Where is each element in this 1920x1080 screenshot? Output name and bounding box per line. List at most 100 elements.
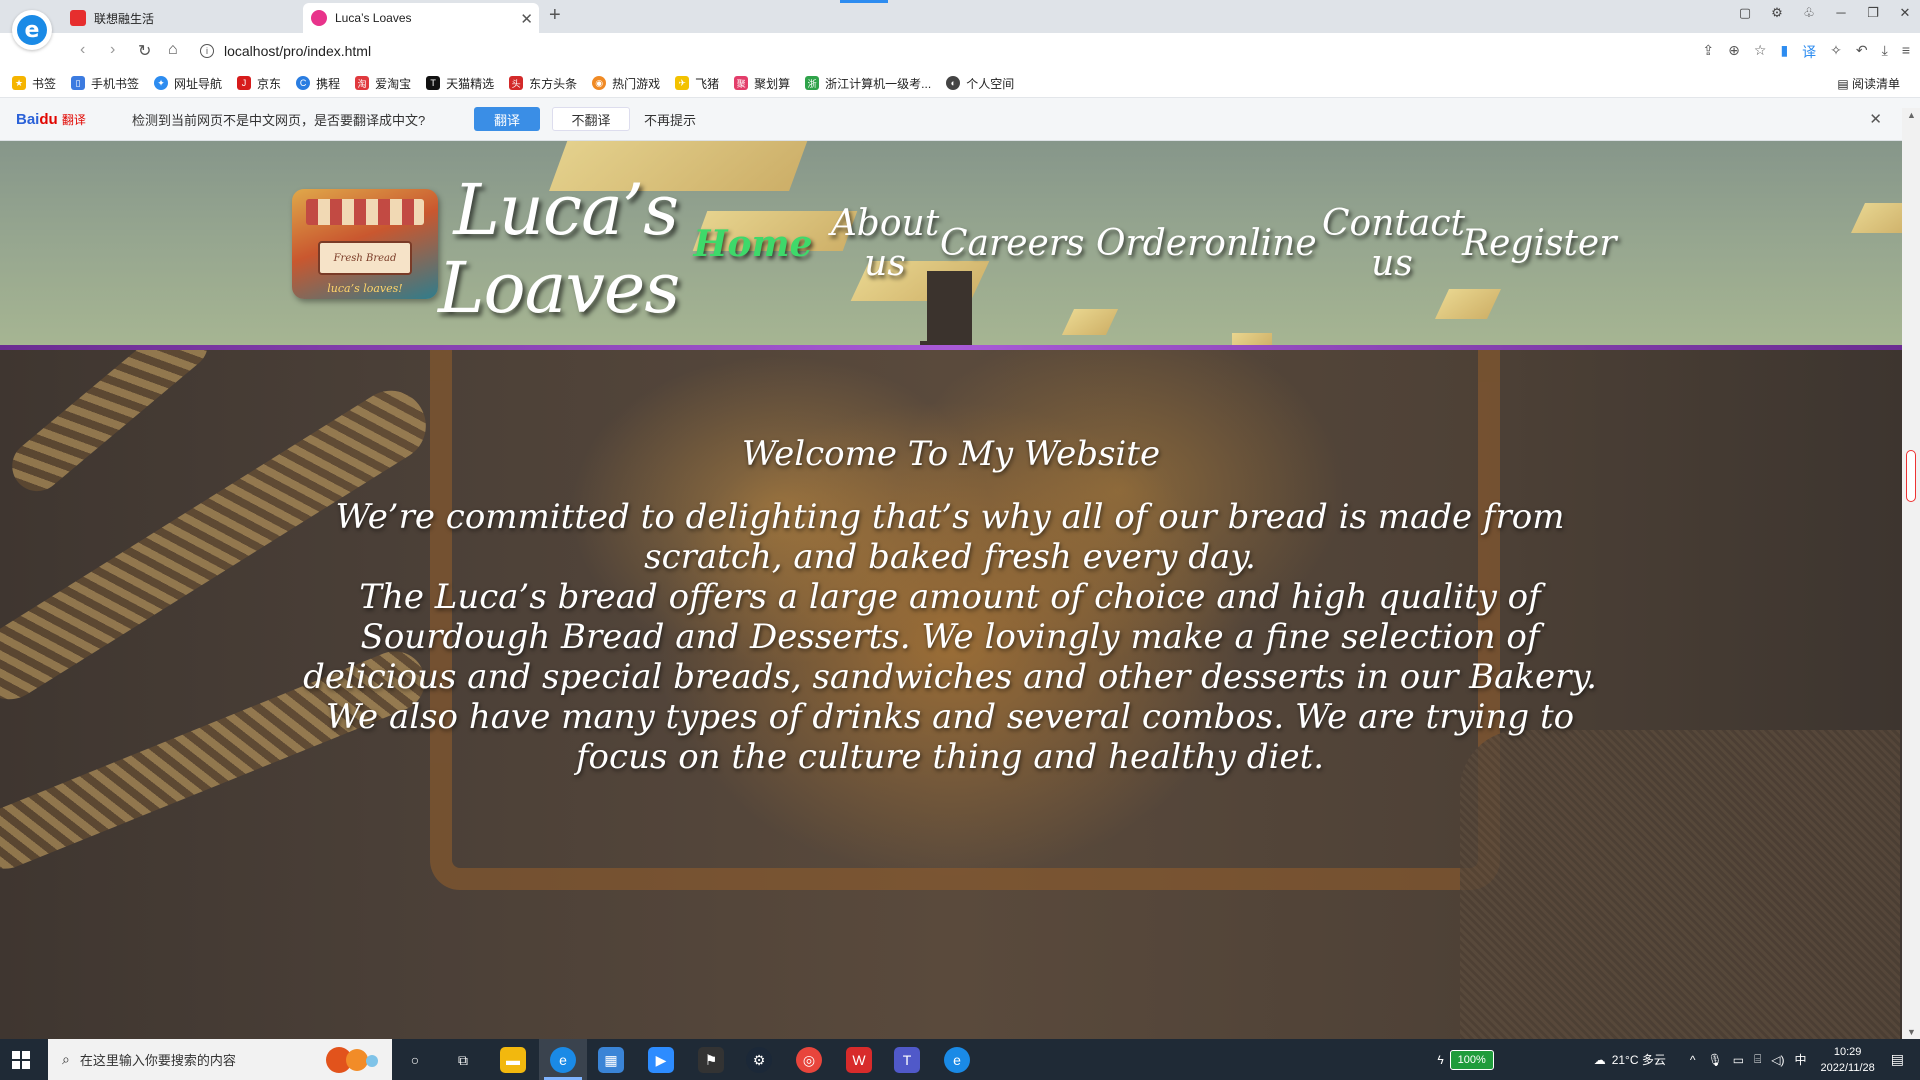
bookmark-item[interactable]: 淘爱淘宝	[355, 75, 411, 92]
ime-indicator[interactable]: 中	[1795, 1051, 1807, 1068]
bookmark-item[interactable]: C 携程	[296, 75, 340, 92]
page-scrollbar[interactable]: ▲ ▼	[1902, 108, 1920, 1039]
extension-icon[interactable]: ▮	[1780, 42, 1788, 62]
chevron-up-icon[interactable]: ^	[1690, 1053, 1696, 1067]
download-icon[interactable]: ⤓	[1882, 42, 1888, 62]
tab-strip: 联想融生活 Luca’s Loaves ✕ + ▢ ⚙ ♧ ─ ❐ ✕	[0, 0, 1920, 33]
puzzle-icon[interactable]: ✧	[1830, 42, 1842, 62]
steam-icon[interactable]: ⚙	[746, 1047, 772, 1073]
nav-careers[interactable]: Careers	[940, 224, 1085, 264]
battery-indicator[interactable]: 100%	[1449, 1049, 1494, 1070]
back-icon[interactable]: ‹	[80, 41, 85, 59]
bookmark-item[interactable]: ◉ 热门游戏	[592, 75, 660, 92]
zoom-icon[interactable]: ⊕	[1728, 42, 1740, 62]
taobao-icon: 淘	[355, 76, 370, 90]
tmall-icon: T	[426, 76, 441, 90]
game-app-icon[interactable]: ⚑	[698, 1047, 724, 1073]
cortana-icon[interactable]: ○	[402, 1047, 428, 1073]
about-paragraph: The Luca’s bread offers a large amount o…	[303, 577, 1597, 777]
weather-text[interactable]: 21°C 多云	[1612, 1051, 1666, 1068]
decor-block	[1435, 289, 1501, 319]
minimize-icon[interactable]: ─	[1834, 5, 1848, 21]
nav-about-us[interactable]: About us	[830, 204, 940, 284]
bookmark-item[interactable]: 浙浙江计算机一级考...	[805, 75, 931, 92]
network-icon[interactable]: ⌸	[1754, 1052, 1761, 1067]
forward-icon[interactable]: ›	[110, 41, 115, 59]
close-translate-bar-icon[interactable]: ✕	[1869, 110, 1882, 128]
wps-icon[interactable]: W	[846, 1047, 872, 1073]
calendar-icon[interactable]: ▦	[598, 1047, 624, 1073]
bookmark-item[interactable]: T 天猫精选	[426, 75, 494, 92]
translate-button[interactable]: 翻译	[474, 107, 540, 131]
nav-register[interactable]: Register	[1462, 224, 1616, 264]
fliggy-icon: ✈	[675, 76, 690, 90]
windows-taskbar: ⌕ 在这里输入你要搜索的内容 ○ ⧉ ▬ e ▦ ▶ ⚑ ⚙ ◎ W T e ϟ…	[0, 1039, 1920, 1080]
page-viewport: Fresh Bread luca’s loaves! Luca’s Loaves…	[0, 141, 1902, 1039]
skin-icon[interactable]: ⚙	[1770, 5, 1784, 21]
restore-icon[interactable]: ❐	[1866, 5, 1880, 21]
bookmark-item[interactable]: ✈ 飞猪	[675, 75, 719, 92]
close-tab-icon[interactable]: ✕	[520, 10, 533, 28]
logo-sign: Fresh Bread	[318, 241, 412, 275]
jd-icon: J	[237, 76, 252, 90]
undo-icon[interactable]: ↶	[1856, 42, 1868, 62]
no-translate-button[interactable]: 不翻译	[552, 107, 630, 131]
home-icon[interactable]: ⌂	[168, 41, 178, 59]
bookmark-item[interactable]: J 京东	[237, 75, 281, 92]
teams-icon[interactable]: T	[894, 1047, 920, 1073]
site-title: Luca’s Loaves	[438, 169, 680, 329]
bookmark-item[interactable]: ◐ 个人空间	[946, 75, 1014, 92]
start-menu-icon[interactable]	[12, 1051, 30, 1069]
scroll-up-icon[interactable]: ▲	[1907, 110, 1916, 120]
bookmark-item[interactable]: ✦ 网址导航	[154, 75, 222, 92]
notification-icon[interactable]: ▤	[1891, 1051, 1904, 1068]
nav-contact-us[interactable]: Contact us	[1322, 204, 1465, 284]
menu-icon[interactable]: ≡	[1902, 42, 1910, 62]
game-icon: ◉	[592, 76, 607, 90]
decor-block	[1061, 309, 1119, 335]
task-view-icon[interactable]: ⧉	[450, 1047, 476, 1073]
phone-icon: ▯	[71, 76, 86, 90]
taskbar-search[interactable]: ⌕ 在这里输入你要搜索的内容	[48, 1039, 392, 1080]
site-favicon-icon	[311, 10, 327, 26]
chrome-icon[interactable]: ◎	[796, 1047, 822, 1073]
bookmark-item[interactable]: 头东方头条	[509, 75, 577, 92]
shirt-icon[interactable]: ♧	[1802, 5, 1816, 21]
battery-icon[interactable]: ▭	[1733, 1053, 1744, 1067]
zoom-app-icon[interactable]: ▶	[648, 1047, 674, 1073]
tab-lenovo[interactable]: 联想融生活	[70, 3, 302, 33]
weather-icon[interactable]: ☁	[1594, 1053, 1606, 1067]
site-info-icon[interactable]: i	[200, 44, 214, 58]
microphone-icon[interactable]: 🎙	[1707, 1053, 1722, 1067]
decor-block	[1851, 203, 1902, 233]
share-icon[interactable]: ⇪	[1702, 42, 1714, 62]
file-explorer-icon[interactable]: ▬	[500, 1047, 526, 1073]
scroll-down-icon[interactable]: ▼	[1907, 1027, 1916, 1037]
reading-list[interactable]: ▤ 阅读清单	[1837, 75, 1900, 92]
tab-list-icon[interactable]: ▢	[1738, 5, 1752, 21]
site-logo[interactable]: Fresh Bread luca’s loaves!	[292, 189, 438, 299]
bookmark-item[interactable]: ★ 书签	[12, 75, 56, 92]
dont-show-again-link[interactable]: 不再提示	[644, 110, 696, 129]
volume-icon[interactable]: ◁)	[1771, 1053, 1784, 1067]
nav-home[interactable]: Home	[688, 224, 818, 264]
wheat-decoration	[2, 350, 218, 502]
browser-alt-icon[interactable]: e	[944, 1047, 970, 1073]
url-field[interactable]: i localhost/pro/index.html	[200, 38, 1750, 64]
clock[interactable]: 10:29 2022/11/28	[1821, 1044, 1875, 1076]
close-window-icon[interactable]: ✕	[1898, 5, 1912, 21]
browser-taskbar-icon[interactable]: e	[550, 1047, 576, 1073]
reload-icon[interactable]: ↻	[138, 41, 151, 61]
translate-icon[interactable]: 译	[1802, 42, 1816, 62]
browser-logo-icon[interactable]: e	[12, 10, 52, 50]
logo-caption: luca’s loaves!	[327, 282, 403, 295]
scrollbar-thumb[interactable]	[1906, 450, 1916, 502]
tab-lucas-loaves[interactable]: Luca’s Loaves ✕	[303, 3, 539, 33]
clock-date: 2022/11/28	[1820, 1061, 1875, 1074]
search-placeholder: 在这里输入你要搜索的内容	[79, 1053, 236, 1068]
star-icon[interactable]: ☆	[1754, 42, 1767, 62]
new-tab-icon[interactable]: +	[549, 4, 561, 27]
bookmark-item[interactable]: ▯ 手机书签	[71, 75, 139, 92]
nav-order-online[interactable]: Orderonline	[1096, 224, 1317, 264]
bookmark-item[interactable]: 聚聚划算	[734, 75, 790, 92]
